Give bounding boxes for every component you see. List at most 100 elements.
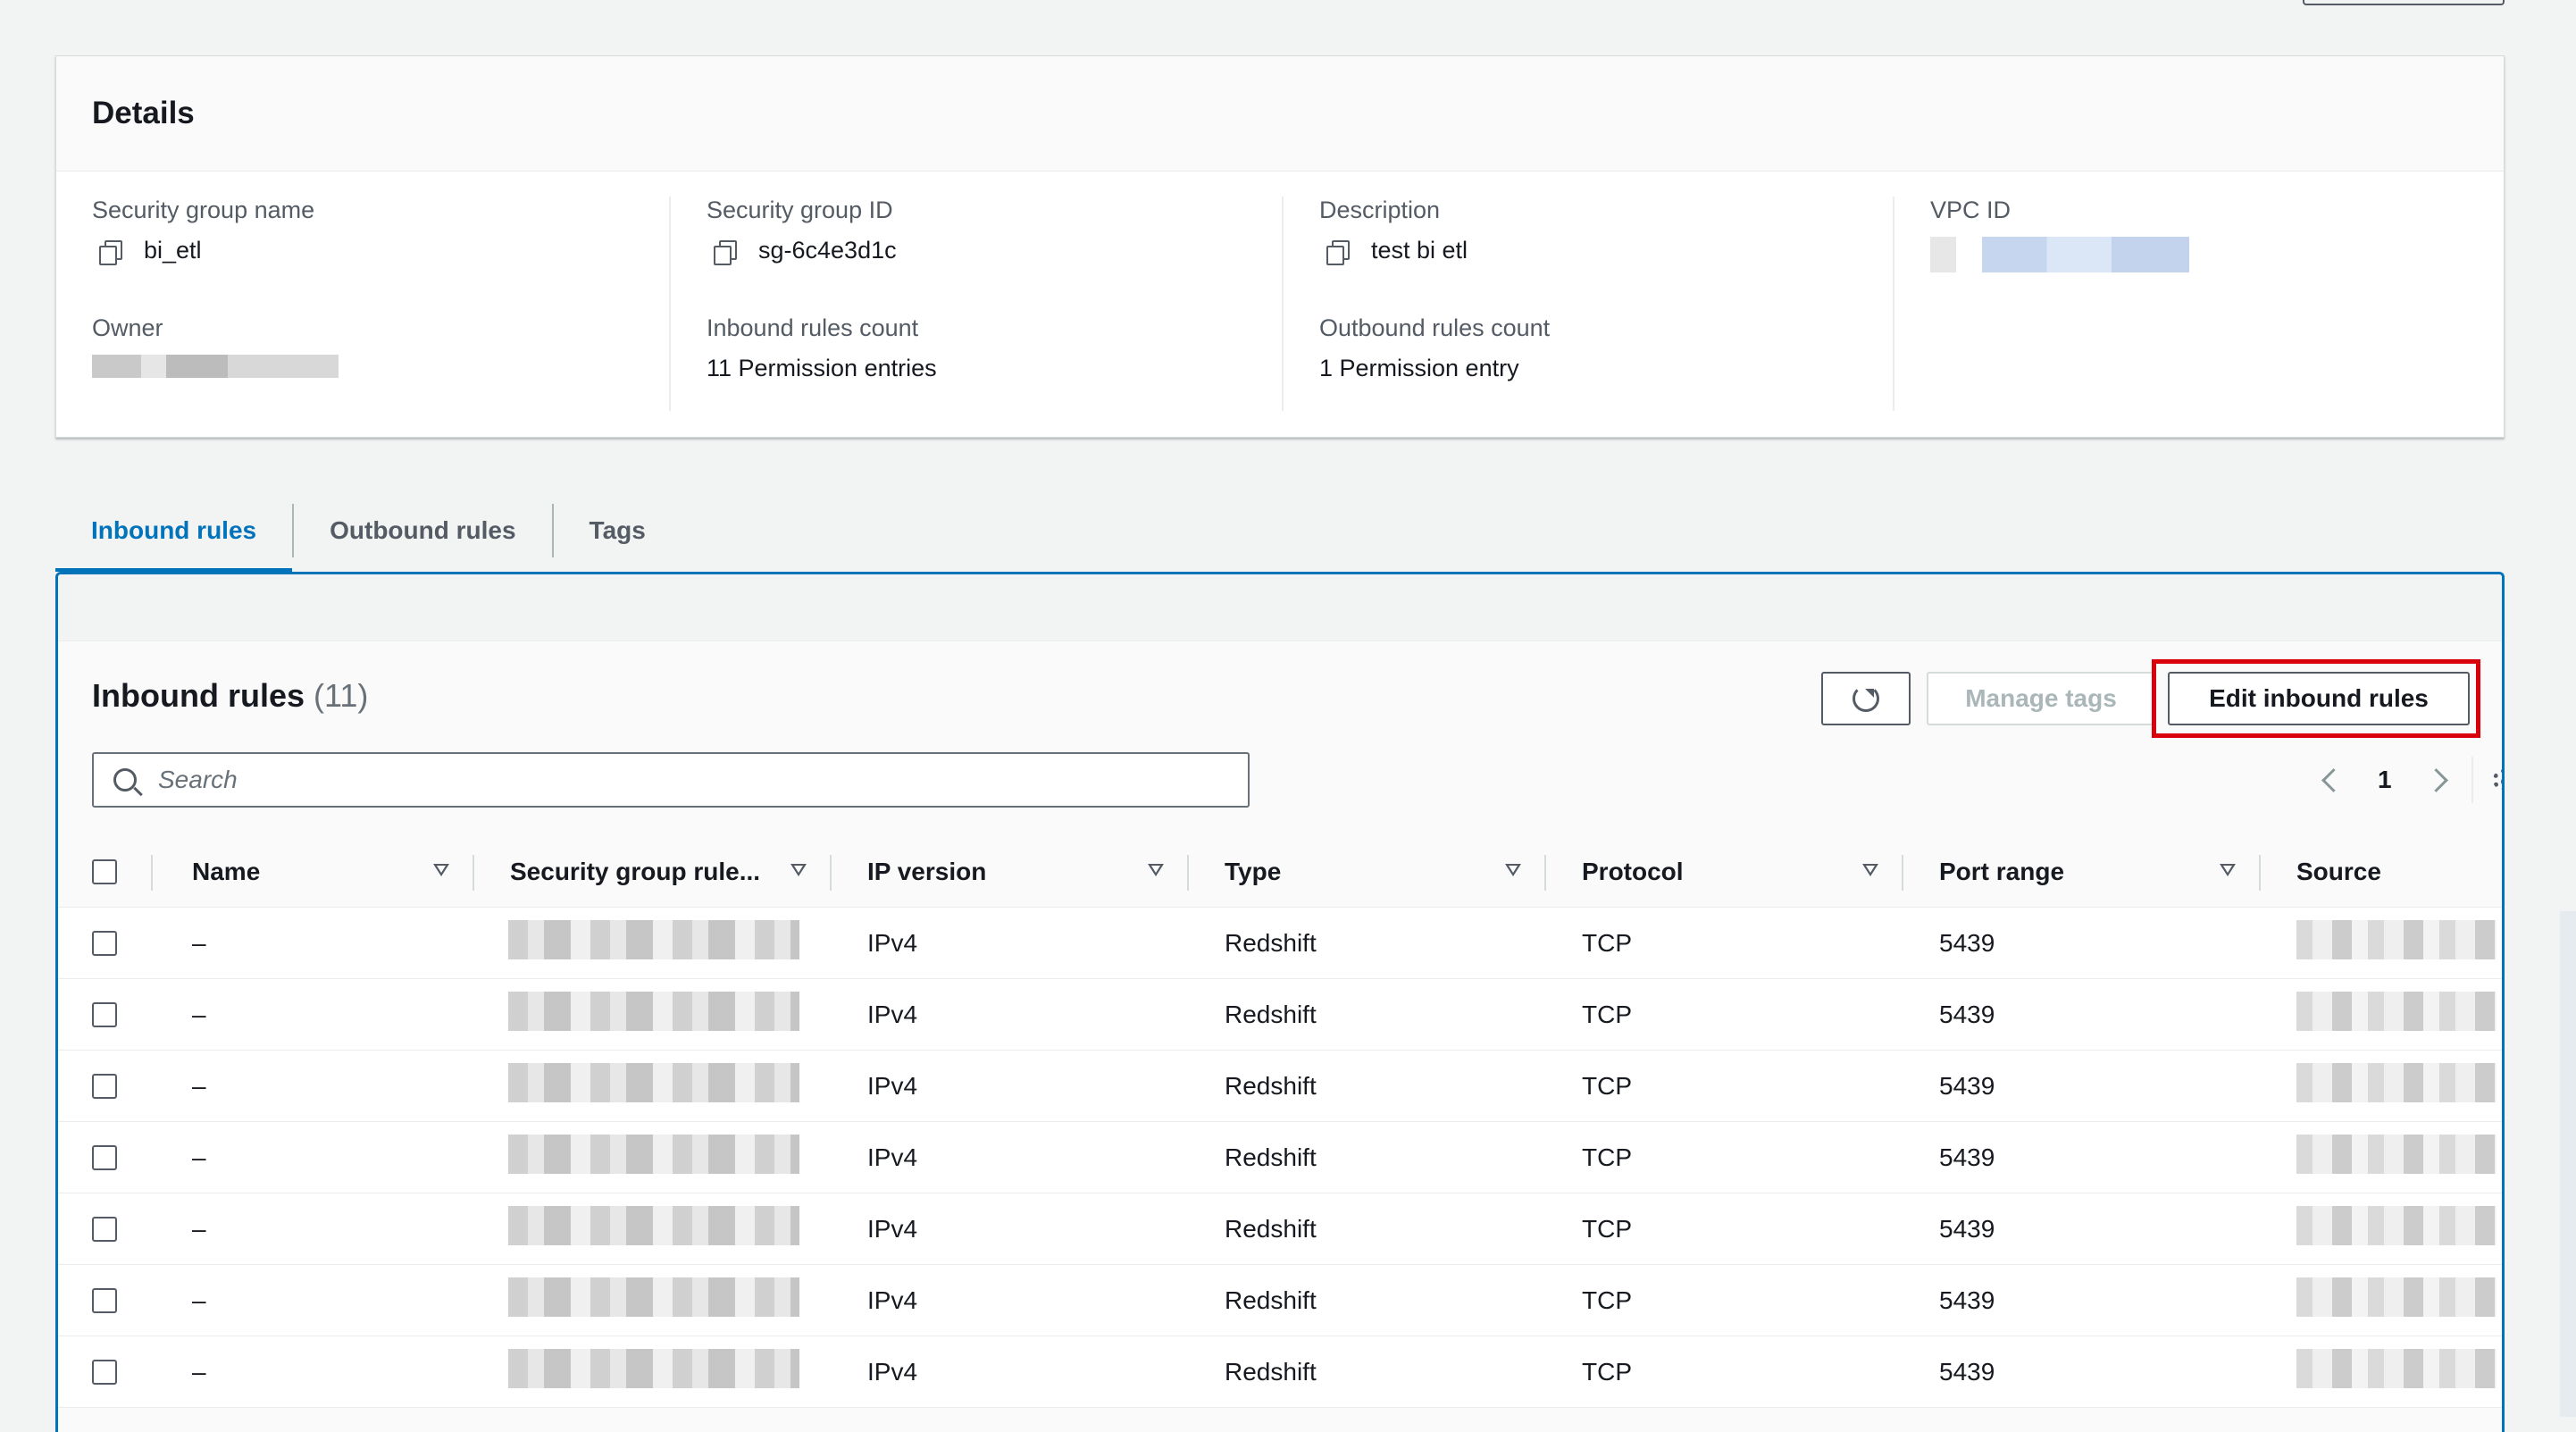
row-checkbox[interactable] [92, 1287, 117, 1313]
cell-type: Redshift [1225, 1143, 1317, 1171]
cell-type: Redshift [1225, 1214, 1317, 1243]
details-col-3: Description test bi etl Outbound rules c… [1282, 197, 1855, 411]
refresh-button[interactable] [1821, 672, 1911, 725]
sg-id-label: Security group ID [707, 197, 893, 223]
row-checkbox[interactable] [92, 1216, 117, 1242]
sort-icon[interactable] [1505, 864, 1521, 876]
cell-port-range: 5439 [1939, 1000, 1995, 1028]
cell-sg-rule-redacted[interactable] [508, 1063, 799, 1102]
sort-icon[interactable] [2220, 864, 2236, 876]
cell-source-redacted [2296, 1277, 2497, 1317]
tab-inbound-rules[interactable]: Inbound rules [55, 490, 293, 572]
inbound-rules-title-text: Inbound rules [92, 677, 305, 714]
chevron-left-icon[interactable] [2321, 767, 2346, 792]
inbound-rules-panel: Inbound rules (11) Manage tags Edit inbo… [55, 572, 2505, 1432]
sg-name-label: Security group name [92, 197, 315, 223]
cell-name: – [192, 1214, 206, 1243]
column-header-name[interactable]: Name [153, 837, 474, 908]
panel-strip [58, 574, 2502, 641]
manage-tags-button[interactable]: Manage tags [1927, 672, 2155, 725]
copy-icon[interactable] [714, 239, 737, 265]
cell-source-redacted [2296, 920, 2497, 959]
table-row[interactable]: – IPv4 Redshift TCP 5439 [58, 1121, 2502, 1193]
copy-icon[interactable] [99, 239, 122, 265]
search-input[interactable] [156, 765, 1214, 795]
inbound-rules-title: Inbound rules (11) [92, 677, 368, 715]
cell-sg-rule-redacted[interactable] [508, 992, 799, 1031]
cell-ip-version: IPv4 [867, 1000, 918, 1028]
pager-divider [2471, 757, 2473, 803]
inbound-rules-table: Name Security group rule... IP version T… [58, 837, 2502, 1408]
table-row[interactable]: – IPv4 Redshift TCP 5439 [58, 978, 2502, 1051]
cell-sg-rule-redacted[interactable] [508, 1349, 799, 1388]
cell-name: – [192, 1285, 206, 1314]
chevron-right-icon[interactable] [2423, 767, 2448, 792]
row-checkbox[interactable] [92, 1359, 117, 1385]
tab-outbound-rules[interactable]: Outbound rules [294, 490, 551, 572]
cell-ip-version: IPv4 [867, 1285, 918, 1314]
table-row[interactable]: – IPv4 Redshift TCP 5439 [58, 1193, 2502, 1265]
refresh-icon [1853, 685, 1879, 712]
search-icon [113, 768, 137, 791]
edit-inbound-rules-button[interactable]: Edit inbound rules [2168, 672, 2470, 725]
cell-ip-version: IPv4 [867, 1357, 918, 1386]
cell-sg-rule-redacted[interactable] [508, 920, 799, 959]
cell-sg-rule-redacted[interactable] [508, 1277, 799, 1317]
table-row[interactable]: – IPv4 Redshift TCP 5439 [58, 1336, 2502, 1408]
table-header-row: Name Security group rule... IP version T… [58, 837, 2502, 908]
details-col-4: VPC ID [1893, 197, 2466, 411]
row-checkbox[interactable] [92, 1073, 117, 1099]
cell-port-range: 5439 [1939, 1143, 1995, 1171]
row-checkbox[interactable] [92, 930, 117, 956]
cell-type: Redshift [1225, 1285, 1317, 1314]
table-row[interactable]: – IPv4 Redshift TCP 5439 [58, 1050, 2502, 1122]
table-row[interactable]: – IPv4 Redshift TCP 5439 [58, 1264, 2502, 1336]
sort-icon[interactable] [790, 864, 807, 876]
column-header-port-range[interactable]: Port range [1903, 837, 2261, 908]
column-header-type[interactable]: Type [1189, 837, 1546, 908]
sort-icon[interactable] [1862, 864, 1878, 876]
column-header-ip-version[interactable]: IP version [832, 837, 1189, 908]
gear-icon[interactable] [2492, 769, 2502, 791]
tab-tags[interactable]: Tags [554, 490, 682, 572]
sort-icon[interactable] [433, 864, 449, 876]
search-box[interactable] [92, 752, 1250, 808]
cell-port-range: 5439 [1939, 928, 1995, 957]
copy-icon[interactable] [1326, 239, 1350, 265]
cell-source-redacted [2296, 992, 2497, 1031]
cell-protocol: TCP [1582, 1357, 1632, 1386]
cell-protocol: TCP [1582, 928, 1632, 957]
cell-sg-rule-redacted[interactable] [508, 1135, 799, 1174]
column-header-sg-rule[interactable]: Security group rule... [474, 837, 832, 908]
vertical-scrollbar[interactable] [2560, 911, 2576, 1417]
cell-ip-version: IPv4 [867, 1143, 918, 1171]
sg-name-value: bi_etl [144, 237, 202, 264]
details-col-1: Security group name bi_etl Owner [56, 197, 628, 411]
tab-bar: Inbound rules Outbound rules Tags [55, 490, 682, 572]
select-all-checkbox[interactable] [92, 859, 117, 884]
column-header-protocol[interactable]: Protocol [1546, 837, 1903, 908]
cell-name: – [192, 1357, 206, 1386]
inbound-rules-header: Inbound rules (11) Manage tags Edit inbo… [58, 641, 2502, 838]
vpc-id-redacted-link[interactable] [1930, 237, 2189, 272]
column-header-source[interactable]: Source [2261, 837, 2502, 908]
description-value: test bi etl [1371, 237, 1468, 264]
page-number[interactable]: 1 [2378, 766, 2392, 794]
inbound-count-label: Inbound rules count [707, 314, 919, 341]
owner-redacted [92, 355, 339, 378]
inbound-rules-count: (11) [314, 677, 369, 714]
description-label: Description [1319, 197, 1441, 223]
sg-id-value: sg-6c4e3d1c [758, 237, 897, 264]
cell-port-range: 5439 [1939, 1071, 1995, 1100]
cell-name: – [192, 928, 206, 957]
cell-sg-rule-redacted[interactable] [508, 1206, 799, 1245]
row-checkbox[interactable] [92, 1144, 117, 1170]
table-row[interactable]: – IPv4 Redshift TCP 5439 [58, 907, 2502, 979]
cell-source-redacted [2296, 1063, 2497, 1102]
cell-name: – [192, 1071, 206, 1100]
top-button-edge[interactable] [2303, 0, 2505, 5]
outbound-count-value: 1 Permission entry [1319, 355, 1519, 381]
row-checkbox[interactable] [92, 1001, 117, 1027]
inbound-count-value: 11 Permission entries [707, 355, 937, 381]
sort-icon[interactable] [1148, 864, 1164, 876]
